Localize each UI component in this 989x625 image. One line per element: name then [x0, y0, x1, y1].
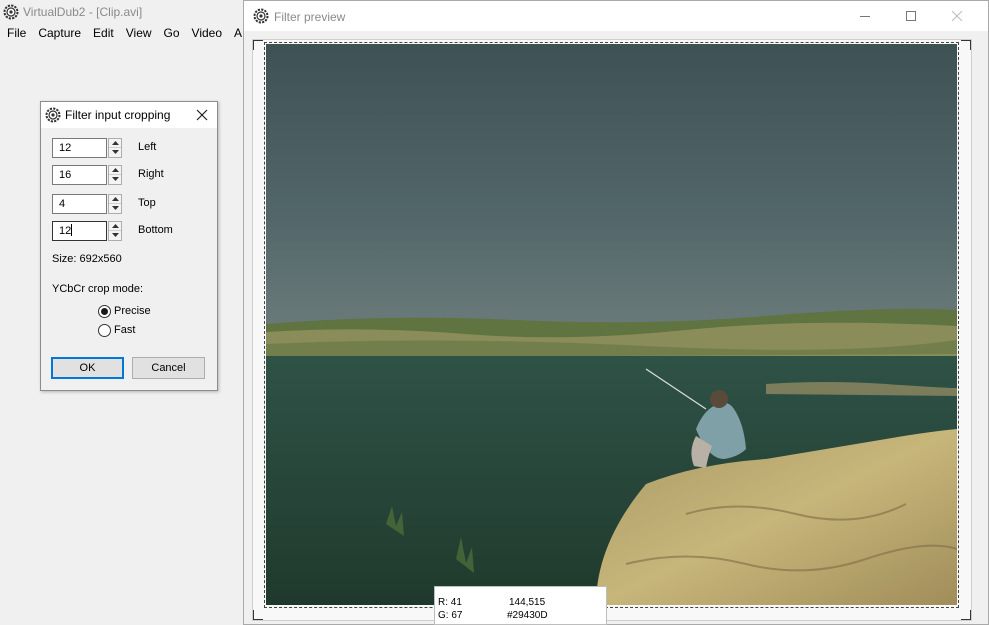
- dialog-app-icon: [45, 107, 61, 123]
- bottom-label: Bottom: [138, 224, 173, 236]
- main-window-title: VirtualDub2 - [Clip.avi]: [23, 5, 143, 19]
- preview-client-area: [252, 39, 972, 621]
- pixel-readout: R: 41 144,515 G: 67 #29430D: [434, 586, 607, 625]
- readout-green: G: 67: [438, 610, 463, 621]
- spin-down-icon[interactable]: [109, 175, 121, 184]
- filter-input-cropping-dialog: Filter input cropping 12 Left 16 Right 4…: [40, 101, 218, 391]
- top-label: Top: [138, 197, 156, 209]
- minimize-icon: [860, 16, 870, 17]
- close-button[interactable]: [934, 1, 980, 31]
- spin-up-icon[interactable]: [109, 139, 121, 148]
- spin-down-icon[interactable]: [109, 204, 121, 213]
- preview-window-title: Filter preview: [274, 10, 346, 24]
- crop-handle-bottom-left[interactable]: [253, 610, 263, 620]
- close-icon: [952, 11, 962, 21]
- crop-handle-top-right[interactable]: [961, 40, 971, 50]
- crop-boundary: [264, 42, 959, 608]
- bottom-input-value: 12: [59, 225, 72, 237]
- radio-precise-circle[interactable]: [98, 304, 111, 318]
- ok-button[interactable]: OK: [51, 357, 124, 379]
- dialog-close-button[interactable]: [191, 105, 213, 125]
- spin-up-icon[interactable]: [109, 195, 121, 204]
- right-label: Right: [138, 168, 164, 180]
- size-readout: Size: 692x560: [52, 253, 122, 265]
- readout-coords: 144,515: [509, 597, 546, 608]
- radio-precise[interactable]: Precise: [98, 303, 151, 319]
- top-input[interactable]: 4: [52, 194, 107, 214]
- top-field-row: 4 Top: [52, 194, 192, 214]
- bottom-input[interactable]: 12: [52, 221, 107, 241]
- radio-fast[interactable]: Fast: [98, 322, 135, 338]
- preview-app-icon: [253, 8, 269, 24]
- left-spinner[interactable]: [108, 138, 122, 158]
- main-titlebar: VirtualDub2 - [Clip.avi]: [0, 0, 260, 22]
- virtualdub-app-icon: [3, 4, 19, 20]
- left-input[interactable]: 12: [52, 138, 107, 158]
- filter-preview-window: Filter preview: [243, 0, 989, 625]
- menu-video[interactable]: Video: [186, 24, 228, 42]
- ycbcr-mode-label: YCbCr crop mode:: [52, 283, 144, 295]
- crop-handle-bottom-right[interactable]: [961, 610, 971, 620]
- menu-bar: File Capture Edit View Go Video A: [0, 24, 248, 42]
- preview-titlebar: Filter preview: [244, 1, 988, 31]
- radio-fast-circle[interactable]: [98, 323, 111, 337]
- minimize-button[interactable]: [842, 1, 888, 31]
- spin-up-icon[interactable]: [109, 222, 121, 231]
- right-input[interactable]: 16: [52, 165, 107, 185]
- left-label: Left: [138, 141, 157, 153]
- close-icon: [196, 109, 208, 121]
- readout-hex: #29430D: [507, 610, 548, 621]
- radio-precise-label: Precise: [114, 305, 151, 317]
- menu-file[interactable]: File: [0, 24, 32, 42]
- spin-down-icon[interactable]: [109, 231, 121, 240]
- bottom-field-row: 12 Bottom: [52, 221, 192, 241]
- bottom-spinner[interactable]: [108, 221, 122, 241]
- maximize-button[interactable]: [888, 1, 934, 31]
- maximize-icon: [906, 11, 916, 21]
- menu-edit[interactable]: Edit: [87, 24, 120, 42]
- dialog-titlebar: Filter input cropping: [41, 102, 217, 128]
- dialog-title: Filter input cropping: [65, 108, 171, 122]
- menu-view[interactable]: View: [120, 24, 158, 42]
- right-field-row: 16 Right: [52, 165, 192, 185]
- spin-up-icon[interactable]: [109, 166, 121, 175]
- readout-red: R: 41: [438, 597, 462, 608]
- crop-handle-top-left[interactable]: [253, 40, 263, 50]
- text-caret: [71, 224, 73, 236]
- cancel-button[interactable]: Cancel: [132, 357, 205, 379]
- left-field-row: 12 Left: [52, 138, 192, 158]
- right-spinner[interactable]: [108, 165, 122, 185]
- menu-capture[interactable]: Capture: [32, 24, 87, 42]
- top-spinner[interactable]: [108, 194, 122, 214]
- menu-go[interactable]: Go: [158, 24, 186, 42]
- spin-down-icon[interactable]: [109, 148, 121, 157]
- radio-fast-label: Fast: [114, 324, 136, 336]
